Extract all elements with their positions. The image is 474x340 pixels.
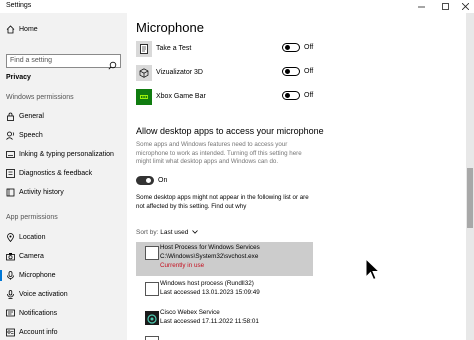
notifications-icon [6,309,15,318]
process-name: Host Process for Windows Services [160,244,260,251]
cisco-webex-icon [145,311,159,325]
xbox-game-bar-toggle[interactable] [282,91,300,100]
app-window-icon [145,336,159,340]
sidebar: Home Find a setting Privacy Windows perm… [0,13,127,340]
process-name: Cisco Webex Service [160,309,220,316]
mouse-cursor-icon [365,258,381,281]
sidebar-item-speech[interactable]: Speech [0,126,127,144]
close-icon[interactable] [453,0,474,13]
window-title: Settings [6,2,32,9]
sidebar-item-notifications[interactable]: Notifications [0,304,127,322]
sidebar-item-diagnostics[interactable]: Diagnostics & feedback [0,164,127,182]
app-name: Take a Test [156,45,192,52]
sidebar-item-label: General [19,112,44,120]
app-window-icon [145,246,159,260]
process-last-accessed: Last accessed 17.11.2022 11:58:01 [160,318,259,325]
toggle-state-label: Off [304,44,314,51]
sidebar-item-activity-history[interactable]: Activity history [0,183,127,201]
scrollbar-thumb[interactable] [467,168,473,228]
desktop-apps-heading: Allow desktop apps to access your microp… [136,126,324,136]
main-scrollbar[interactable] [466,13,474,340]
sidebar-item-voice-activation[interactable]: Voice activation [0,285,127,303]
sidebar-item-label: Inking & typing personalization [19,150,114,158]
sidebar-item-label: Voice activation [19,290,68,298]
page-title: Microphone [136,20,204,35]
diagnostics-icon [6,168,15,178]
toggle-state-label: Off [304,92,314,99]
search-input[interactable]: Find a setting [6,54,121,70]
sidebar-item-label: Location [19,233,46,241]
sidebar-section-privacy: Privacy [6,74,31,81]
minimize-icon[interactable] [409,0,433,13]
xbox-game-bar-icon [136,89,152,105]
chevron-down-icon [192,230,199,234]
account-info-icon [6,328,15,337]
desktop-apps-description: Some apps and Windows features need to a… [136,141,302,166]
app-name: Xbox Game Bar [156,93,206,100]
process-row-partial[interactable] [136,335,313,340]
search-icon [108,57,117,70]
toggle-state-label: On [158,177,168,184]
app-name: Vizualizator 3D [156,69,203,76]
sidebar-item-label: Activity history [19,188,64,196]
sidebar-item-microphone[interactable]: Microphone [0,266,127,284]
app-window-icon [145,282,159,296]
process-status: Currently in use [160,262,205,269]
search-placeholder: Find a setting [10,57,53,64]
vizualizator-3d-toggle[interactable] [282,67,300,76]
sidebar-item-label: Diagnostics & feedback [19,169,93,177]
sidebar-item-general[interactable]: General [0,107,127,125]
cube-3d-icon [136,65,152,81]
lock-icon [6,112,15,121]
sort-by-control[interactable]: Sort by: Last used [136,229,199,236]
voice-activation-icon [6,289,15,299]
inking-icon [6,150,15,159]
find-out-why-link[interactable]: Find out why [211,203,246,210]
desktop-apps-toggle[interactable] [136,176,154,185]
process-path: C:\Windows\System32\svchost.exe [160,253,259,260]
location-icon [6,232,15,242]
sidebar-item-label: Microphone [19,271,56,279]
history-icon [6,188,15,197]
sidebar-item-label: Notifications [19,309,58,317]
sidebar-item-label: Camera [19,252,44,260]
sidebar-item-label: Speech [19,131,43,139]
sidebar-item-label: Account info [19,328,58,336]
process-last-accessed: Last accessed 13.01.2023 15:09:49 [160,289,260,296]
microphone-icon [6,270,15,280]
desktop-apps-note: Some desktop apps might not appear in th… [136,194,314,211]
speech-icon [6,131,15,140]
sidebar-item-home[interactable]: Home [0,20,127,38]
sidebar-item-camera[interactable]: Camera [0,247,127,265]
camera-icon [6,252,15,261]
title-bar: Settings [0,0,474,13]
take-a-test-icon [136,41,152,57]
sidebar-item-inking[interactable]: Inking & typing personalization [0,145,127,163]
process-name: Windows host process (Rundll32) [160,280,254,287]
sort-by-value: Last used [160,229,189,236]
sidebar-item-label: Home [19,25,38,33]
toggle-state-label: Off [304,68,314,75]
home-icon [6,24,15,34]
process-row-svchost[interactable]: Host Process for Windows Services C:\Win… [136,242,313,276]
sidebar-item-location[interactable]: Location [0,228,127,246]
main-content: Microphone Take a Test Off Vizualizator … [127,13,474,340]
sidebar-item-account-info[interactable]: Account info [0,323,127,340]
sort-by-label: Sort by: [136,229,159,236]
take-a-test-toggle[interactable] [282,43,300,52]
app-permissions-header: App permissions [6,214,58,221]
windows-permissions-header: Windows permissions [6,94,74,101]
